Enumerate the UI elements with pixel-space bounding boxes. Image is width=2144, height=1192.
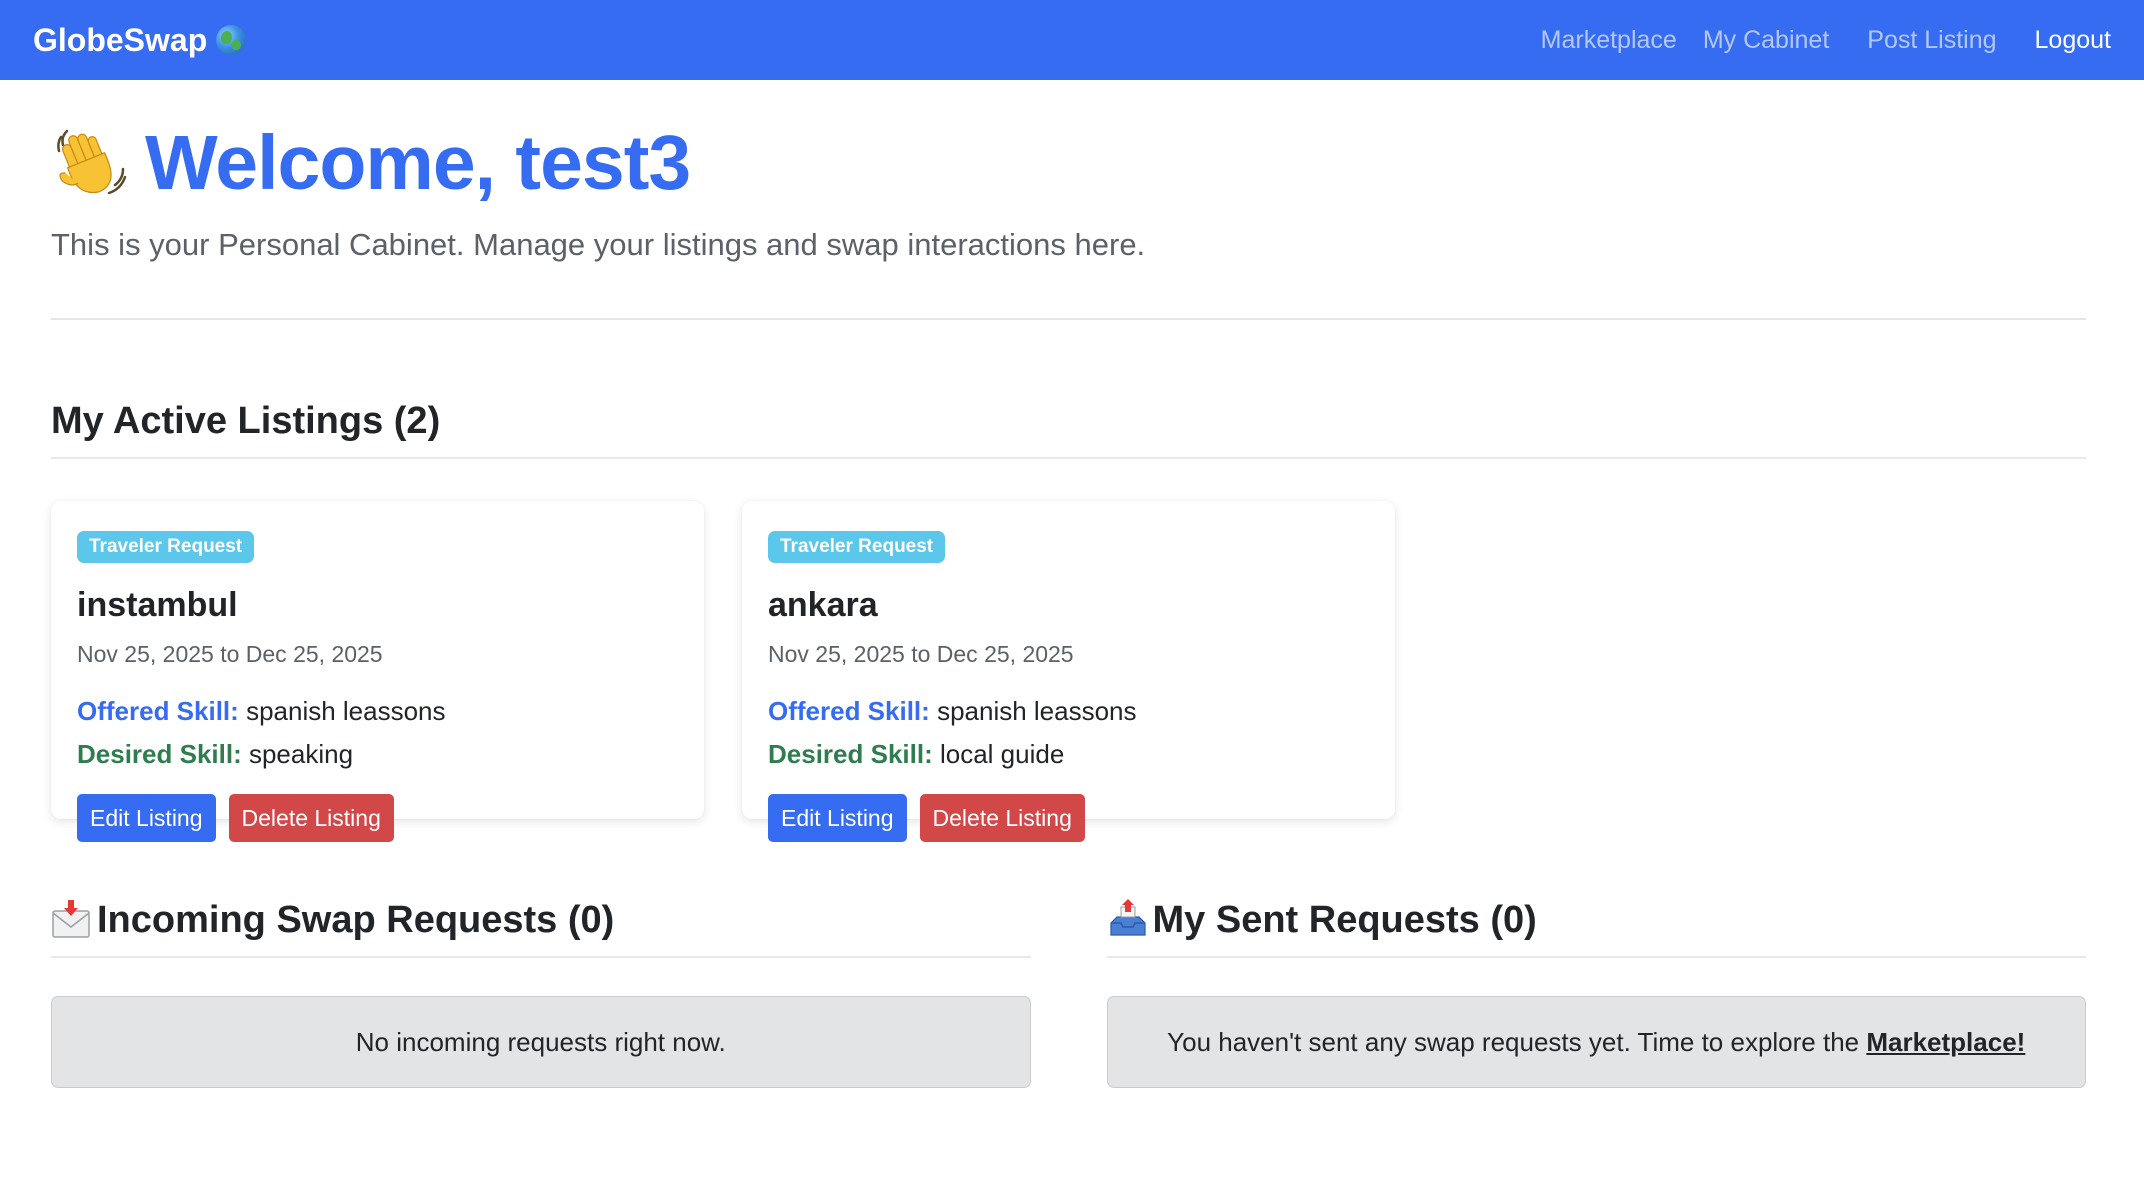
requests-section: Incoming Swap Requests (0) No incoming r…: [51, 897, 2086, 1088]
desired-skill-label: Desired Skill:: [77, 739, 242, 769]
sent-requests-title: My Sent Requests (0): [1152, 899, 1537, 941]
edit-listing-button[interactable]: Edit Listing: [77, 794, 216, 842]
incoming-requests-heading: Incoming Swap Requests (0): [51, 897, 1031, 943]
listing-type-badge: Traveler Request: [77, 531, 255, 563]
top-navbar: GlobeSwap Marketplace My Cabinet Post Li…: [0, 0, 2144, 80]
listing-dates: Nov 25, 2025 to Dec 25, 2025: [77, 641, 383, 667]
nav-link-logout[interactable]: Logout: [2035, 26, 2111, 55]
delete-listing-button[interactable]: Delete Listing: [919, 794, 1085, 842]
desired-skill: Desired Skill: local guide: [768, 738, 1369, 770]
listing-card: Traveler Request instambul Nov 25, 2025 …: [51, 501, 704, 842]
sent-empty-text: You haven't sent any swap requests yet. …: [1167, 1026, 1867, 1057]
offered-skill: Offered Skill: spanish leassons: [77, 695, 678, 727]
page-subtitle: This is your Personal Cabinet. Manage yo…: [51, 227, 1146, 262]
incoming-requests-panel: Incoming Swap Requests (0) No incoming r…: [51, 897, 1031, 1088]
desired-skill-value: local guide: [939, 739, 1065, 769]
sent-empty-state: You haven't sent any swap requests yet. …: [1106, 996, 2086, 1088]
outbox-tray-icon: [1109, 899, 1146, 936]
welcome-heading-text: Welcome, test3: [145, 120, 691, 206]
nav-link-marketplace[interactable]: Marketplace: [1541, 26, 1677, 55]
marketplace-link[interactable]: Marketplace!: [1866, 1027, 2025, 1058]
brand-name: GlobeSwap: [33, 21, 208, 58]
listing-cards: Traveler Request instambul Nov 25, 2025 …: [51, 501, 2086, 842]
offered-skill-value: spanish leassons: [937, 696, 1137, 726]
offered-skill-label: Offered Skill:: [768, 696, 930, 726]
listing-actions: Edit Listing Delete Listing: [768, 794, 1369, 842]
sent-requests-panel: My Sent Requests (0) You haven't sent an…: [1106, 897, 2087, 1088]
divider: [51, 318, 2086, 320]
nav-link-post-listing[interactable]: Post Listing: [1867, 26, 1996, 55]
listing-title: ankara: [768, 586, 878, 624]
listing-card: Traveler Request ankara Nov 25, 2025 to …: [742, 501, 1395, 842]
listing-title: instambul: [77, 586, 238, 624]
offered-skill: Offered Skill: spanish leassons: [768, 695, 1369, 727]
active-listings-heading: My Active Listings (2): [51, 400, 441, 442]
incoming-requests-title: Incoming Swap Requests (0): [97, 899, 615, 941]
section-divider: [51, 457, 2086, 459]
delete-listing-button[interactable]: Delete Listing: [228, 794, 394, 842]
page-title: Welcome, test3: [51, 122, 2086, 204]
welcome-hero: Welcome, test3 This is your Personal Cab…: [51, 80, 2086, 264]
edit-listing-button[interactable]: Edit Listing: [768, 794, 907, 842]
main-content: Welcome, test3 This is your Personal Cab…: [51, 80, 2086, 1088]
section-divider: [51, 956, 1031, 958]
incoming-envelope-icon: [52, 900, 90, 938]
waving-hand-icon: [57, 129, 127, 195]
desired-skill: Desired Skill: speaking: [77, 738, 678, 770]
desired-skill-label: Desired Skill:: [768, 739, 933, 769]
listing-actions: Edit Listing Delete Listing: [77, 794, 678, 842]
listing-dates: Nov 25, 2025 to Dec 25, 2025: [768, 641, 1074, 667]
section-divider: [1106, 956, 2086, 958]
nav-link-my-cabinet[interactable]: My Cabinet: [1703, 26, 1829, 55]
globe-icon: [216, 25, 247, 55]
offered-skill-label: Offered Skill:: [77, 696, 239, 726]
incoming-empty-state: No incoming requests right now.: [51, 996, 1031, 1088]
offered-skill-value: spanish leassons: [246, 696, 446, 726]
desired-skill-value: speaking: [248, 739, 354, 769]
brand-logo-link[interactable]: GlobeSwap: [33, 21, 247, 59]
sent-requests-heading: My Sent Requests (0): [1107, 897, 2087, 943]
listing-type-badge: Traveler Request: [768, 531, 946, 563]
nav-links: Marketplace My Cabinet Post Listing Logo…: [1541, 26, 2111, 55]
